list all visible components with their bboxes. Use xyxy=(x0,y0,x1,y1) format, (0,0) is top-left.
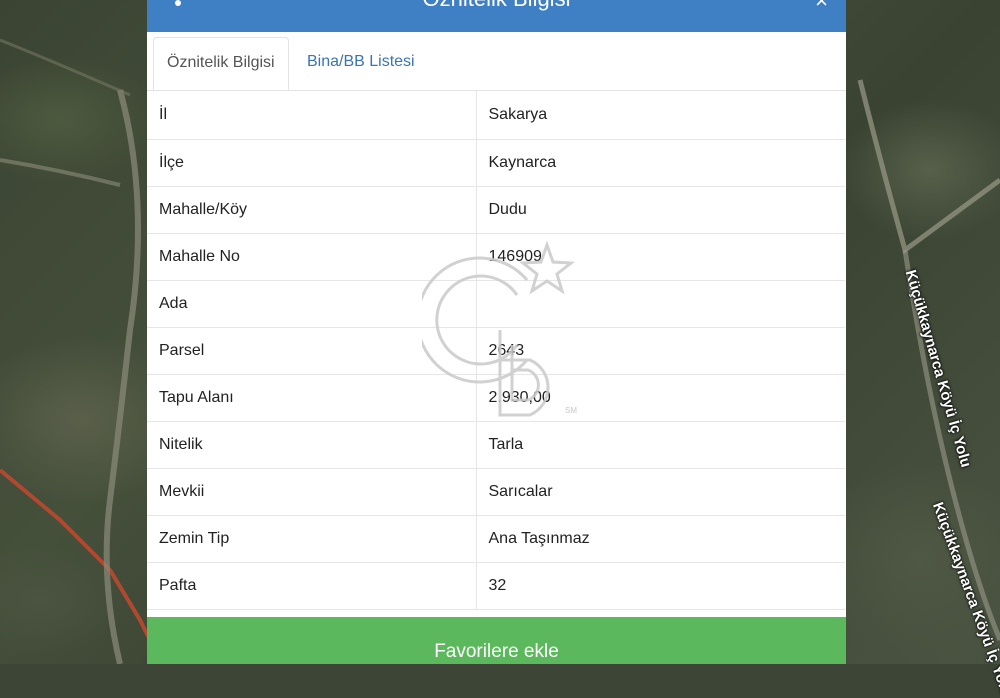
attribute-value: 2.930,00 xyxy=(476,374,845,422)
attribute-key: Tapu Alanı xyxy=(147,374,477,422)
table-row: Mahalle No 146909 xyxy=(147,233,845,281)
attribute-value: Kaynarca xyxy=(476,139,845,187)
close-icon[interactable]: × xyxy=(815,0,828,14)
attribute-value xyxy=(476,280,845,328)
attribute-key: Parsel xyxy=(147,327,477,375)
add-to-favorites-button[interactable]: Favorilere ekle xyxy=(147,617,846,664)
attribute-key: Mahalle No xyxy=(147,233,477,281)
attribute-key: İl xyxy=(147,91,477,140)
table-row: Tapu Alanı 2.930,00 xyxy=(147,374,845,422)
attribute-key: İlçe xyxy=(147,139,477,187)
modal-title: Öznitelik Bilgisi xyxy=(147,0,846,12)
attribute-key: Zemin Tip xyxy=(147,515,477,563)
attribute-value: Sakarya xyxy=(476,91,845,140)
table-row: Pafta 32 xyxy=(147,562,845,610)
attribute-value: Dudu xyxy=(476,186,845,234)
attribute-value: 2643 xyxy=(476,327,845,375)
attribute-key: Mahalle/Köy xyxy=(147,186,477,234)
attribute-key: Nitelik xyxy=(147,421,477,469)
table-row: Zemin Tip Ana Taşınmaz xyxy=(147,515,845,563)
attribute-value: Ana Taşınmaz xyxy=(476,515,845,563)
attribute-key: Ada xyxy=(147,280,477,328)
attribute-key: Pafta xyxy=(147,562,477,610)
attribute-value: Sarıcalar xyxy=(476,468,845,516)
tab-bar: Öznitelik Bilgisi Bina/BB Listesi xyxy=(147,32,846,91)
tab-building-list[interactable]: Bina/BB Listesi xyxy=(294,37,428,90)
modal-header: Öznitelik Bilgisi × xyxy=(147,0,846,32)
attribute-value: 32 xyxy=(476,562,845,610)
table-row: İl Sakarya xyxy=(147,91,845,140)
table-row: İlçe Kaynarca xyxy=(147,139,845,187)
attribute-value: 146909 xyxy=(476,233,845,281)
table-row: Parsel 2643 xyxy=(147,327,845,375)
attribute-key: Mevkii xyxy=(147,468,477,516)
table-row: Mahalle/Köy Dudu xyxy=(147,186,845,234)
table-row: Nitelik Tarla xyxy=(147,421,845,469)
table-row: Ada xyxy=(147,280,845,328)
attribute-value: Tarla xyxy=(476,421,845,469)
table-row: Mevkii Sarıcalar xyxy=(147,468,845,516)
tab-attribute-info[interactable]: Öznitelik Bilgisi xyxy=(153,37,289,90)
attribute-table: İl Sakarya İlçe Kaynarca Mahalle/Köy Dudu Maha… xyxy=(147,91,845,610)
attribute-info-modal: Öznitelik Bilgisi × Öznitelik Bilgisi Bi… xyxy=(147,0,846,664)
